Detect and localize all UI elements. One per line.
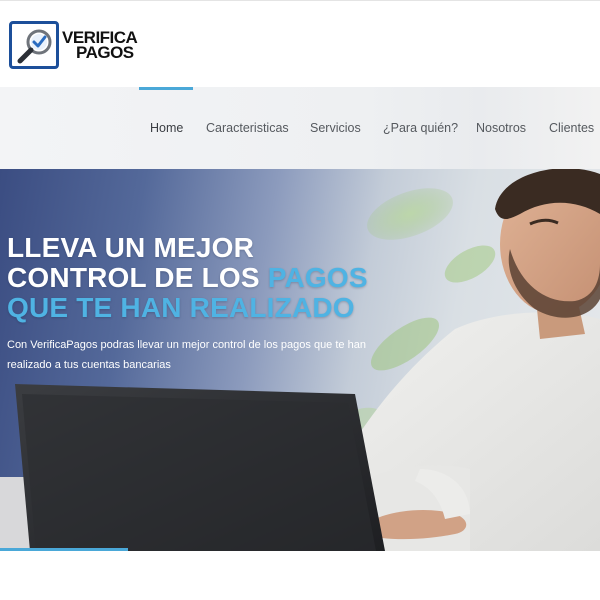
hero-title-line3b: REALIZADO <box>189 292 355 323</box>
hero-title-line2a: CONTROL DE LOS <box>7 262 268 293</box>
nav-item-home[interactable]: Home <box>150 121 183 135</box>
nav-item-nosotros[interactable]: Nosotros <box>476 121 526 135</box>
hero-banner: LLEVA UN MEJOR CONTROL DE LOS PAGOS QUE … <box>0 169 600 551</box>
hero-title-line2b: PAGOS <box>267 262 368 293</box>
nav-item-caracteristicas[interactable]: Caracteristicas <box>206 121 289 135</box>
hero-slide-progress <box>0 548 128 551</box>
hero-title: LLEVA UN MEJOR CONTROL DE LOS PAGOS QUE … <box>7 233 407 323</box>
hero-subtitle: Con VerificaPagos podras llevar un mejor… <box>7 339 366 371</box>
magnifier-check-icon <box>9 21 59 69</box>
page: VERIFICA PAGOS Home Caracteristicas Serv… <box>0 0 600 600</box>
nav-item-servicios[interactable]: Servicios <box>310 121 361 135</box>
brand-logo[interactable]: VERIFICA PAGOS <box>9 21 159 71</box>
hero-title-line1: LLEVA UN MEJOR <box>7 232 255 263</box>
main-nav: Home Caracteristicas Servicios ¿Para qui… <box>0 87 600 169</box>
hero-title-line3a: QUE TE HAN <box>7 292 190 323</box>
brand-wordmark: VERIFICA PAGOS <box>62 29 138 62</box>
nav-active-indicator <box>139 87 193 90</box>
nav-item-clientes[interactable]: Clientes <box>549 121 594 135</box>
site-header: VERIFICA PAGOS <box>0 0 600 87</box>
brand-line2: PAGOS <box>76 43 134 62</box>
nav-item-para-quien[interactable]: ¿Para quién? <box>383 121 458 135</box>
